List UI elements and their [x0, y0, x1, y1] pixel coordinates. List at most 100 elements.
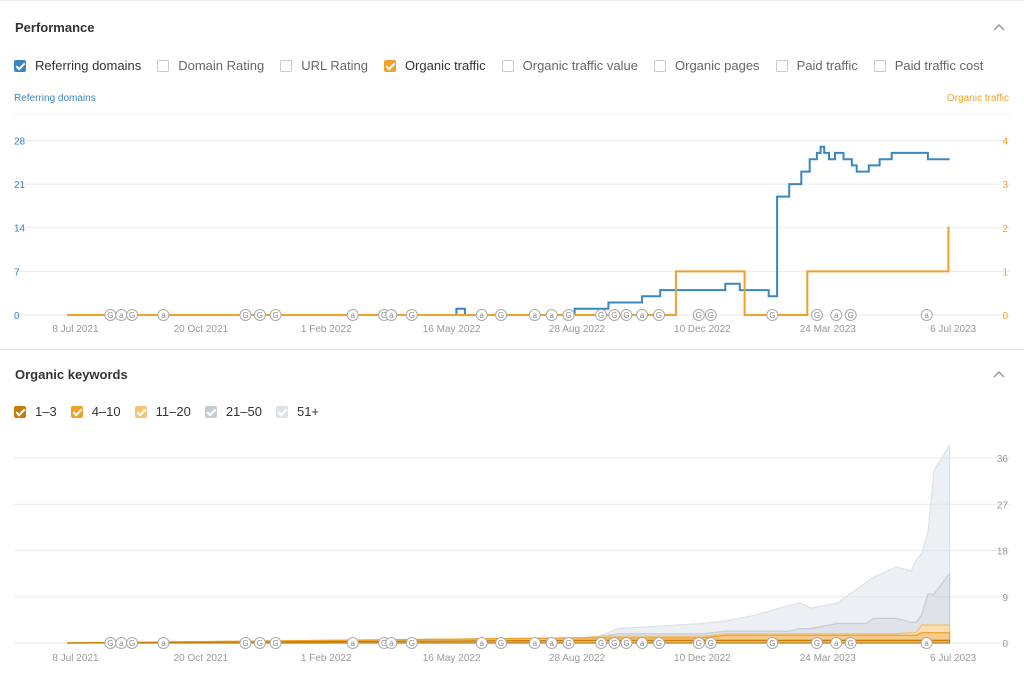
google-update-marker[interactable]: G — [844, 309, 857, 321]
google-update-marker[interactable]: G — [704, 637, 717, 649]
checkbox-icon[interactable] — [280, 59, 293, 72]
google-update-marker[interactable]: G — [269, 637, 282, 649]
checkbox-icon[interactable] — [134, 405, 147, 418]
google-update-marker[interactable]: G — [495, 637, 508, 649]
google-update-marker[interactable]: G — [692, 637, 705, 649]
annotation-marker[interactable]: a — [528, 309, 541, 321]
google-update-marker[interactable]: G — [608, 637, 621, 649]
google-update-marker[interactable]: G — [405, 637, 418, 649]
annotation-marker[interactable]: a — [830, 309, 843, 321]
x-tick-label: 28 Aug 2022 — [549, 653, 606, 664]
marker-label: G — [769, 311, 775, 320]
position-toggle-4-10[interactable]: 4–10 — [70, 404, 121, 419]
google-update-marker[interactable]: G — [595, 309, 608, 321]
annotation-marker[interactable]: a — [636, 309, 649, 321]
annotation-marker[interactable]: a — [385, 309, 398, 321]
annotation-marker[interactable]: a — [545, 637, 558, 649]
google-update-marker[interactable]: G — [104, 637, 117, 649]
google-update-marker[interactable]: G — [810, 309, 823, 321]
annotation-marker[interactable]: a — [475, 309, 488, 321]
google-update-marker[interactable]: G — [126, 309, 139, 321]
google-update-marker[interactable]: G — [104, 309, 117, 321]
marker-label: G — [656, 639, 662, 648]
google-update-marker[interactable]: G — [766, 637, 779, 649]
metric-toggle-organic-traffic-value[interactable]: Organic traffic value — [501, 58, 638, 73]
marker-label: a — [834, 311, 839, 320]
google-update-marker[interactable]: G — [620, 309, 633, 321]
annotation-marker[interactable]: a — [920, 637, 933, 649]
google-update-marker[interactable]: G — [652, 309, 665, 321]
position-toggle-1-3[interactable]: 1–3 — [14, 404, 57, 419]
metric-toggle-url-rating[interactable]: URL Rating — [280, 58, 368, 73]
checkbox-icon[interactable] — [204, 405, 217, 418]
annotation-marker[interactable]: a — [346, 637, 359, 649]
google-update-marker[interactable]: G — [844, 637, 857, 649]
chevron-up-icon[interactable] — [992, 21, 1006, 35]
google-update-marker[interactable]: G — [239, 637, 252, 649]
google-update-marker[interactable]: G — [239, 309, 252, 321]
google-update-marker[interactable]: G — [126, 637, 139, 649]
right-y-tick-label: 27 — [997, 500, 1009, 511]
metric-toggle-referring-domains[interactable]: Referring domains — [14, 58, 141, 73]
google-update-marker[interactable]: G — [608, 309, 621, 321]
annotation-marker[interactable]: a — [115, 637, 128, 649]
checkbox-icon[interactable] — [157, 59, 170, 72]
google-update-marker[interactable]: G — [810, 637, 823, 649]
google-update-marker[interactable]: G — [692, 309, 705, 321]
google-update-marker[interactable]: G — [620, 637, 633, 649]
checkbox-icon[interactable] — [775, 59, 788, 72]
checkbox-icon[interactable] — [501, 59, 514, 72]
marker-label: a — [119, 311, 124, 320]
marker-label: G — [611, 639, 617, 648]
checkbox-icon[interactable] — [70, 405, 83, 418]
google-update-marker[interactable]: G — [495, 309, 508, 321]
checkbox-icon[interactable] — [873, 59, 886, 72]
google-update-marker[interactable]: G — [704, 309, 717, 321]
annotation-marker[interactable]: a — [157, 309, 170, 321]
marker-label: a — [389, 311, 394, 320]
google-update-marker[interactable]: G — [766, 309, 779, 321]
annotation-marker[interactable]: a — [385, 637, 398, 649]
checkbox-icon[interactable] — [383, 59, 396, 72]
organic-keywords-chart: 09182736G a Ga G G Ga Ga Ga Ga a G G G Ga G G G G Ga Ga8 Ju… — [14, 443, 1010, 664]
annotation-marker[interactable]: a — [528, 637, 541, 649]
chevron-up-icon[interactable] — [992, 368, 1006, 382]
annotation-marker[interactable]: a — [475, 637, 488, 649]
position-toggle-21-50[interactable]: 21–50 — [204, 404, 262, 419]
annotation-marker[interactable]: a — [636, 637, 649, 649]
google-update-marker[interactable]: G — [562, 637, 575, 649]
x-tick-label: 20 Oct 2021 — [174, 653, 229, 664]
checkbox-icon[interactable] — [14, 59, 26, 72]
left-y-tick-label: 21 — [14, 180, 26, 191]
google-update-marker[interactable]: G — [253, 637, 266, 649]
checkbox-icon[interactable] — [654, 59, 666, 72]
position-toggle-11-20[interactable]: 11–20 — [134, 404, 191, 419]
checkbox-label: Referring domains — [35, 58, 142, 73]
annotation-marker[interactable]: a — [920, 309, 933, 321]
annotation-marker[interactable]: a — [545, 309, 558, 321]
right-y-tick-label: 3 — [1002, 180, 1008, 191]
google-update-marker[interactable]: G — [253, 309, 266, 321]
google-update-marker[interactable]: G — [652, 637, 665, 649]
checkbox-icon[interactable] — [275, 405, 288, 418]
x-tick-label: 6 Jul 2023 — [930, 653, 977, 664]
metric-toggle-paid-traffic[interactable]: Paid traffic — [775, 58, 858, 73]
checkbox-icon[interactable] — [14, 405, 26, 418]
checkbox-label: Domain Rating — [178, 58, 265, 73]
organic-keywords-title: Organic keywords — [15, 367, 128, 382]
metric-toggle-domain-rating[interactable]: Domain Rating — [157, 58, 264, 73]
position-toggle-51[interactable]: 51+ — [275, 404, 319, 419]
metric-toggle-organic-pages[interactable]: Organic pages — [654, 58, 760, 73]
marker-label: a — [480, 639, 485, 648]
metric-toggle-organic-traffic[interactable]: Organic traffic — [383, 58, 486, 73]
annotation-marker[interactable]: a — [115, 309, 128, 321]
annotation-marker[interactable]: a — [830, 637, 843, 649]
annotation-marker[interactable]: a — [346, 309, 359, 321]
google-update-marker[interactable]: G — [562, 309, 575, 321]
annotation-marker[interactable]: a — [157, 637, 170, 649]
google-update-marker[interactable]: G — [269, 309, 282, 321]
marker-label: G — [623, 639, 629, 648]
metric-toggle-paid-traffic-cost[interactable]: Paid traffic cost — [873, 58, 983, 73]
google-update-marker[interactable]: G — [405, 309, 418, 321]
google-update-marker[interactable]: G — [595, 637, 608, 649]
